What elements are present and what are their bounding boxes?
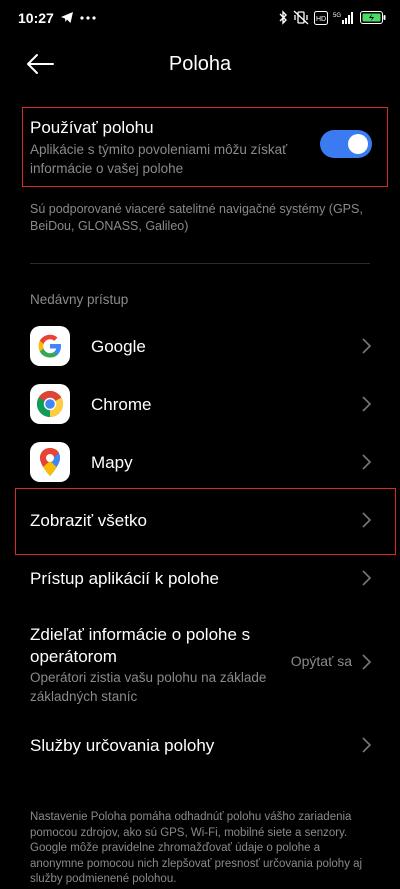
share-operator-row[interactable]: Zdieľať informácie o polohe s operátorom… [0,618,400,708]
vibrate-off-icon [293,10,309,25]
chevron-right-icon [362,338,372,354]
app-row-maps[interactable]: Mapy [0,438,400,486]
more-dots-icon [80,15,96,20]
status-right-icons: HD 5G [278,10,386,25]
volte-icon: HD [314,10,328,25]
maps-icon [30,442,70,482]
use-location-toggle[interactable] [320,130,372,158]
status-bar: 10:27 HD 5G [0,0,400,36]
battery-icon [360,11,386,24]
5g-signal-icon: 5G [333,11,355,25]
use-location-title: Používať polohu [30,118,154,137]
chevron-right-icon [362,570,372,586]
svg-text:HD: HD [316,16,326,23]
chevron-right-icon [362,654,372,670]
location-services-row[interactable]: Služby určovania polohy [0,721,400,771]
bluetooth-icon [278,10,288,25]
telegram-icon [60,11,74,24]
app-name-chrome: Chrome [91,395,152,414]
show-all-row[interactable]: Zobraziť všetko [0,496,400,546]
share-operator-subtitle: Operátori zistia vašu polohu na základe … [30,670,267,704]
app-row-chrome[interactable]: Chrome [0,380,400,428]
status-left-icons [60,11,96,24]
gnss-note: Sú podporované viaceré satelitné navigač… [30,202,363,233]
chevron-right-icon [362,737,372,753]
use-location-description: Aplikácie s týmito povoleniami môžu získ… [30,142,288,176]
chevron-right-icon [362,454,372,470]
app-name-google: Google [91,337,146,356]
show-all-label: Zobraziť všetko [30,511,147,530]
recent-access-label: Nedávny prístup [30,292,129,307]
svg-text:5G: 5G [333,13,341,19]
chevron-right-icon [362,512,372,528]
use-location-row[interactable]: Používať polohu Aplikácie s týmito povol… [0,116,400,180]
footer-note: Nastavenie Poloha pomáha odhadnúť polohu… [30,811,363,885]
chevron-right-icon [362,396,372,412]
share-operator-title: Zdieľať informácie o polohe s operátorom [30,625,251,666]
page-title: Poloha [168,53,232,75]
status-time: 10:27 [18,10,54,26]
chrome-icon [30,384,70,424]
google-icon [30,326,70,366]
app-row-google[interactable]: Google [0,322,400,370]
app-location-access-label: Prístup aplikácií k polohe [30,569,219,588]
share-operator-value: Opýtať sa [290,653,352,669]
top-bar: Poloha [0,40,400,88]
location-services-label: Služby určovania polohy [30,736,215,755]
app-location-access-row[interactable]: Prístup aplikácií k polohe [0,554,400,604]
app-name-maps: Mapy [91,453,133,472]
toggle-knob [348,134,368,154]
divider [30,263,370,264]
